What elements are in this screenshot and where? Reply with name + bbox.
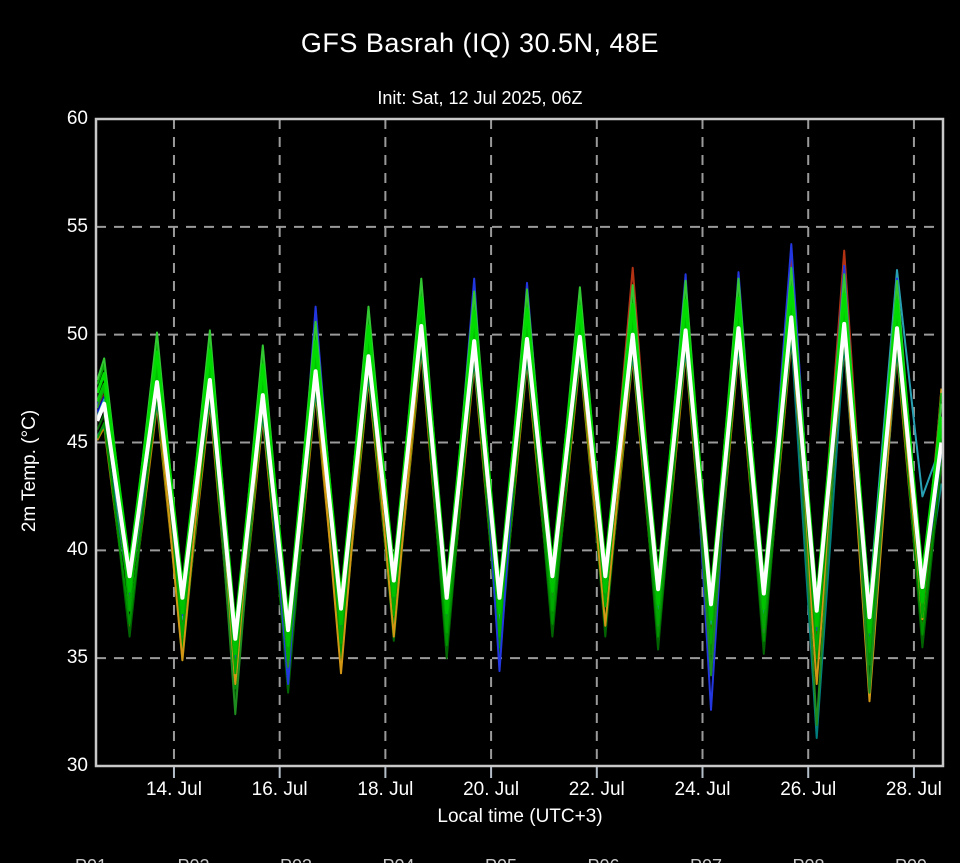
- y-tick-label: 55: [66, 215, 88, 237]
- legend-item-P04: P04: [383, 856, 457, 863]
- legend-label: P01: [75, 856, 107, 863]
- legend-label: P04: [383, 856, 415, 863]
- legend-item-P06: P06: [588, 856, 662, 863]
- x-tick-label: 26. Jul: [780, 779, 837, 800]
- meteogram-screen: GFS Basrah (IQ) 30.5N, 48E Init: Sat, 12…: [0, 0, 960, 863]
- legend-label: P03: [280, 856, 312, 863]
- x-axis-title: Local time (UTC+3): [437, 806, 603, 827]
- legend-item-P05: P05: [485, 856, 559, 863]
- y-tick-label: 35: [66, 647, 88, 669]
- temperature-ensemble-plot: [94, 117, 945, 778]
- x-tick-label: 14. Jul: [145, 779, 202, 800]
- legend-item-P09: P09: [895, 856, 960, 863]
- y-tick-label: 45: [66, 431, 88, 453]
- x-tick-label: 18. Jul: [357, 779, 414, 800]
- legend-label: P02: [178, 856, 210, 863]
- y-tick-label: 30: [66, 755, 88, 776]
- legend-label: P08: [793, 856, 825, 863]
- y-tick-label: 40: [66, 539, 88, 561]
- legend-label: P09: [895, 856, 927, 863]
- y-tick-label: 60: [66, 108, 88, 129]
- ensemble-series: [96, 243, 943, 739]
- x-tick-label: 20. Jul: [463, 779, 520, 800]
- x-tick-label: 22. Jul: [568, 779, 625, 800]
- x-tick-label: 24. Jul: [674, 779, 731, 800]
- x-tick-label: 16. Jul: [251, 779, 308, 800]
- legend-label: P05: [485, 856, 517, 863]
- legend-item-P01: P01: [75, 856, 149, 863]
- legend-item-P08: P08: [793, 856, 867, 863]
- y-tick-label: 50: [66, 323, 88, 345]
- legend-label: P06: [588, 856, 620, 863]
- legend-item-P02: P02: [178, 856, 252, 863]
- legend-label: P07: [690, 856, 722, 863]
- y-axis-title: 2m Temp. (°C): [19, 409, 40, 533]
- legend-item-P07: P07: [690, 856, 764, 863]
- ensemble-member-legend: P01 P02 P03 P04 P05 P06 P07 P08 P09: [0, 856, 960, 863]
- x-tick-label: 28. Jul: [885, 779, 942, 800]
- legend-item-P03: P03: [280, 856, 354, 863]
